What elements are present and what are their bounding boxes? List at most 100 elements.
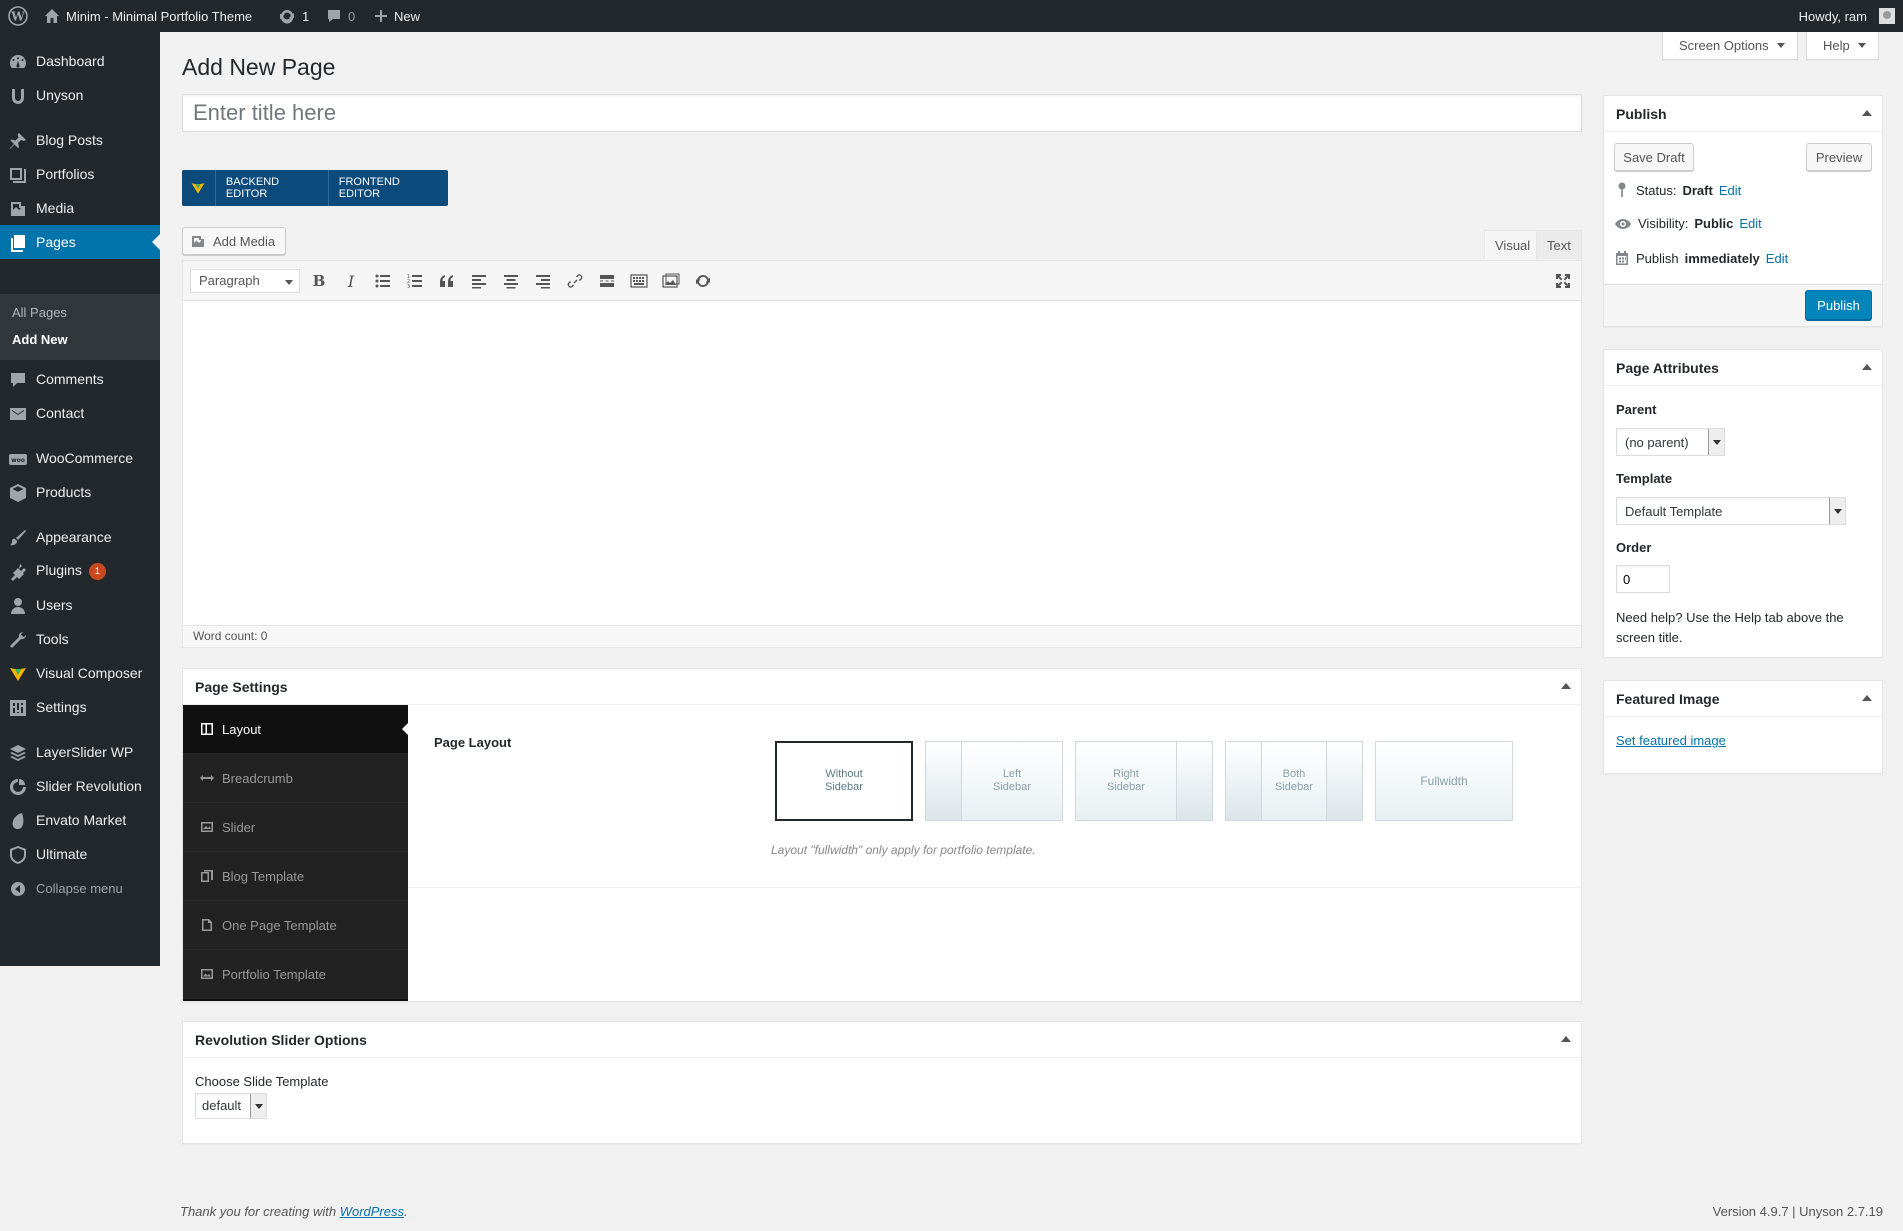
backend-editor-button[interactable]: BACKEND EDITOR: [215, 170, 329, 206]
tab-breadcrumb[interactable]: Breadcrumb: [183, 754, 408, 803]
publish-button[interactable]: Publish: [1805, 290, 1872, 320]
page-attributes-header[interactable]: Page Attributes: [1604, 350, 1882, 386]
sidebar-item-envato-market[interactable]: Envato Market: [0, 803, 160, 837]
plugins-icon: [8, 562, 28, 582]
sidebar-item-users[interactable]: Users: [0, 588, 160, 622]
sidebar-item-dashboard[interactable]: Dashboard: [0, 44, 160, 78]
link-icon[interactable]: [565, 271, 585, 291]
updates-link[interactable]: 1: [278, 0, 309, 32]
sidebar-item-pages[interactable]: Pages: [0, 225, 160, 259]
wordpress-link[interactable]: WordPress: [340, 1204, 404, 1219]
sidebar-collapse-menu[interactable]: Collapse menu: [0, 871, 160, 905]
sidebar-item-blog-posts[interactable]: Blog Posts: [0, 123, 160, 157]
sidebar-item-tools[interactable]: Tools: [0, 622, 160, 656]
template-select[interactable]: Default Template: [1616, 497, 1846, 525]
submenu-all-pages[interactable]: All Pages: [12, 305, 67, 320]
screen-options-label: Screen Options: [1679, 38, 1769, 53]
sidebar-item-ultimate[interactable]: Ultimate: [0, 837, 160, 871]
comments-link[interactable]: 0: [326, 0, 355, 32]
slider-icon: [200, 820, 214, 834]
preview-button[interactable]: Preview: [1806, 143, 1872, 171]
tools-icon: [8, 630, 28, 650]
tab-blog-template[interactable]: Blog Template: [183, 852, 408, 901]
align-center-icon[interactable]: [501, 271, 521, 291]
parent-select[interactable]: (no parent): [1616, 428, 1725, 456]
page-settings-header[interactable]: Page Settings: [183, 669, 1581, 705]
insert-image-icon[interactable]: [661, 271, 681, 291]
format-select[interactable]: Paragraph: [190, 269, 300, 293]
collapse-arrow-icon[interactable]: [1862, 695, 1872, 701]
order-input[interactable]: [1616, 565, 1670, 593]
account-menu[interactable]: Howdy, ram: [1799, 0, 1895, 32]
tab-visual[interactable]: Visual: [1484, 230, 1542, 259]
status-label: Status:: [1636, 182, 1677, 198]
featured-image-box: Featured Image Set featured image: [1603, 680, 1883, 774]
layout-option-without-sidebar[interactable]: Without Sidebar: [775, 741, 913, 821]
fullscreen-icon[interactable]: [1553, 271, 1573, 291]
sidebar-item-comments[interactable]: Comments: [0, 362, 160, 396]
add-media-button[interactable]: Add Media: [182, 227, 286, 255]
collapse-arrow-icon[interactable]: [1862, 364, 1872, 370]
layout-option-left-sidebar[interactable]: Left Sidebar: [925, 741, 1063, 821]
help-button[interactable]: Help: [1806, 32, 1879, 60]
footer-version: Version 4.9.7 | Unyson 2.7.19: [1712, 1204, 1883, 1219]
order-label: Order: [1616, 540, 1652, 555]
featured-image-header[interactable]: Featured Image: [1604, 681, 1882, 717]
layout-option-both-sidebar[interactable]: Both Sidebar: [1225, 741, 1363, 821]
bold-icon[interactable]: B: [309, 271, 329, 291]
sidebar-item-media[interactable]: Media: [0, 191, 160, 225]
visual-composer-logo-icon: [182, 170, 216, 206]
sidebar-item-unyson[interactable]: Unyson: [0, 78, 160, 112]
sidebar-item-label: Products: [36, 484, 92, 500]
status-edit-link[interactable]: Edit: [1719, 183, 1741, 198]
sidebar-item-woocommerce[interactable]: woo WooCommerce: [0, 441, 160, 475]
toolbar-toggle-icon[interactable]: [693, 271, 713, 291]
collapse-arrow-icon[interactable]: [1862, 110, 1872, 116]
frontend-editor-button[interactable]: FRONTEND EDITOR: [329, 170, 448, 206]
keyboard-icon[interactable]: [629, 271, 649, 291]
save-draft-button[interactable]: Save Draft: [1614, 143, 1694, 171]
site-name-link[interactable]: Minim - Minimal Portfolio Theme: [44, 0, 252, 32]
italic-icon[interactable]: I: [341, 271, 361, 291]
sidebar-item-portfolios[interactable]: Portfolios: [0, 157, 160, 191]
sidebar-item-visual-composer[interactable]: Visual Composer: [0, 656, 160, 690]
sidebar-item-plugins[interactable]: Plugins 1: [0, 554, 160, 588]
tab-slider[interactable]: Slider: [183, 803, 408, 852]
visibility-edit-link[interactable]: Edit: [1739, 216, 1761, 231]
tab-text[interactable]: Text: [1536, 230, 1582, 259]
bulleted-list-icon[interactable]: [373, 271, 393, 291]
sidebar-item-settings[interactable]: Settings: [0, 690, 160, 724]
submenu-add-new[interactable]: Add New: [12, 332, 68, 347]
screen-options-button[interactable]: Screen Options: [1662, 32, 1798, 60]
woocommerce-icon: woo: [8, 449, 28, 469]
collapse-arrow-icon[interactable]: [1561, 1036, 1571, 1042]
layout-option-fullwidth[interactable]: Fullwidth: [1375, 741, 1513, 821]
new-content-link[interactable]: New: [374, 0, 420, 32]
revslider-header[interactable]: Revolution Slider Options: [183, 1022, 1581, 1058]
blockquote-icon[interactable]: [437, 271, 457, 291]
sidebar-item-slider-revolution[interactable]: Slider Revolution: [0, 769, 160, 803]
slide-template-select[interactable]: default: [195, 1093, 267, 1119]
wordpress-logo-icon[interactable]: W: [8, 0, 28, 32]
tab-layout[interactable]: Layout: [183, 705, 408, 754]
page-title: Add New Page: [182, 54, 336, 80]
sidebar-item-products[interactable]: Products: [0, 475, 160, 509]
read-more-icon[interactable]: [597, 271, 617, 291]
sidebar-item-appearance[interactable]: Appearance: [0, 520, 160, 554]
align-right-icon[interactable]: [533, 271, 553, 291]
sidebar-item-layerslider[interactable]: LayerSlider WP: [0, 735, 160, 769]
tab-one-page-template[interactable]: One Page Template: [183, 901, 408, 950]
plugins-update-badge: 1: [88, 562, 106, 580]
publish-header[interactable]: Publish: [1604, 96, 1882, 132]
title-input[interactable]: [182, 94, 1582, 132]
sidebar-item-contact[interactable]: Contact: [0, 396, 160, 430]
publish-date-edit-link[interactable]: Edit: [1766, 251, 1788, 266]
numbered-list-icon[interactable]: 123: [405, 271, 425, 291]
format-value: Paragraph: [199, 273, 260, 288]
collapse-arrow-icon[interactable]: [1561, 683, 1571, 689]
set-featured-image-link[interactable]: Set featured image: [1616, 733, 1726, 748]
align-left-icon[interactable]: [469, 271, 489, 291]
layout-option-right-sidebar[interactable]: Right Sidebar: [1075, 741, 1213, 821]
tab-portfolio-template[interactable]: Portfolio Template: [183, 950, 408, 999]
tab-label: Breadcrumb: [222, 770, 293, 786]
